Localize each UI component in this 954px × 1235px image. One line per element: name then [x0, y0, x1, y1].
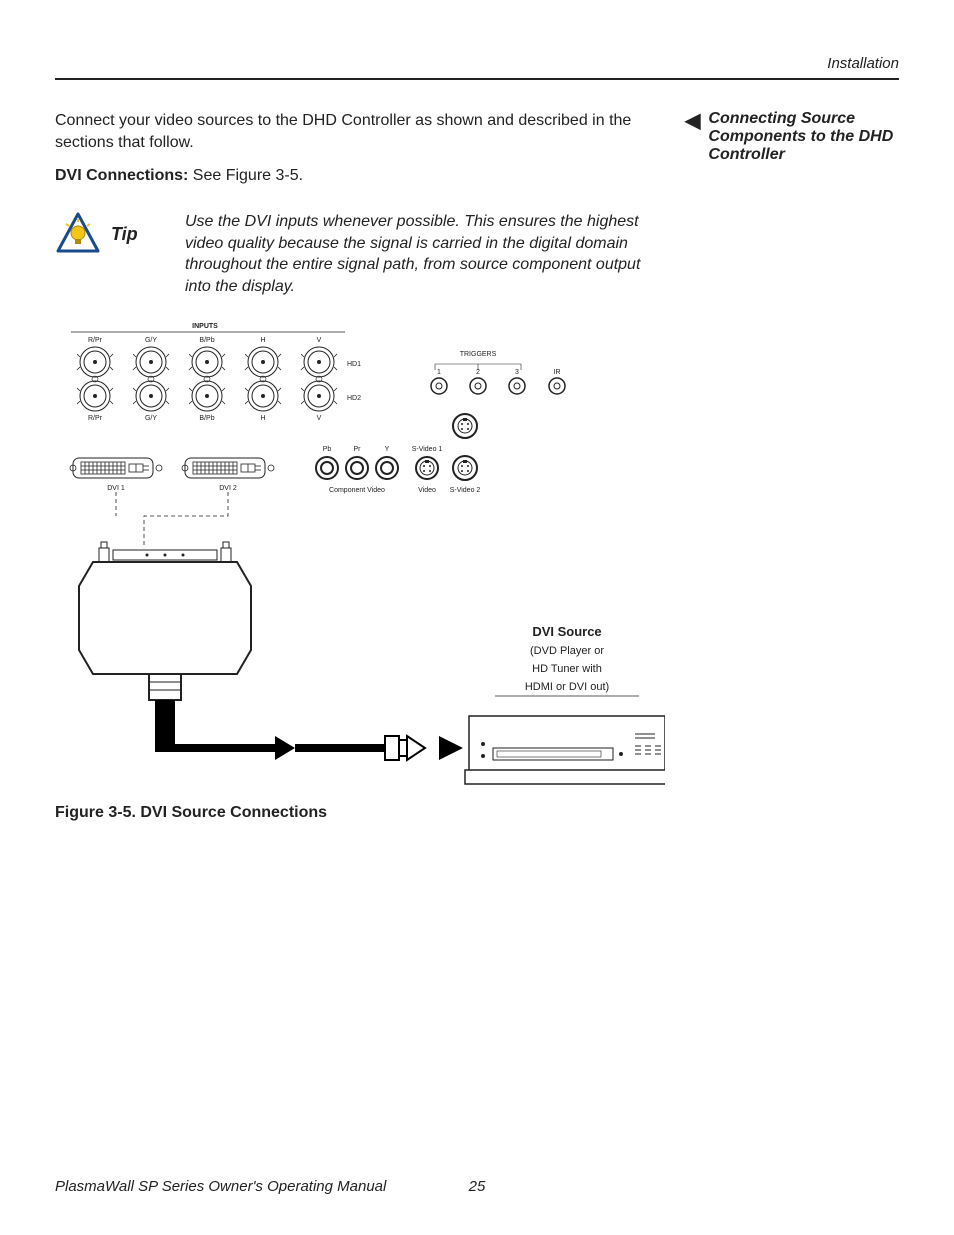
- svg-text:H: H: [260, 337, 265, 344]
- dvi-connections-label: DVI Connections:: [55, 167, 193, 184]
- svg-text:G/Y: G/Y: [145, 415, 157, 422]
- svg-text:1: 1: [437, 369, 441, 376]
- intro-paragraph: Connect your video sources to the DHD Co…: [55, 110, 665, 153]
- dvi-connections-line: DVI Connections: See Figure 3-5.: [55, 167, 665, 185]
- sidebar-heading: ◀ Connecting Source Components to the DH…: [685, 110, 899, 164]
- footer-title: PlasmaWall SP Series Owner's Operating M…: [55, 1178, 386, 1195]
- svg-text:IR: IR: [554, 369, 561, 376]
- tip-label: Tip: [111, 224, 138, 245]
- svg-text:2: 2: [476, 369, 480, 376]
- svg-text:Pr: Pr: [354, 446, 362, 453]
- svg-text:V: V: [317, 337, 322, 344]
- tip-text: Use the DVI inputs whenever possible. Th…: [185, 211, 665, 297]
- footer-page-number: 25: [469, 1178, 486, 1195]
- tip-icon: [55, 211, 101, 257]
- svg-text:V: V: [317, 415, 322, 422]
- header-rule: [55, 78, 899, 80]
- svg-text:Video: Video: [418, 487, 436, 494]
- svg-text:Component Video: Component Video: [329, 487, 385, 494]
- svg-text:HD Tuner with: HD Tuner with: [532, 663, 602, 675]
- svg-text:(DVD Player or: (DVD Player or: [530, 645, 604, 657]
- svg-text:H: H: [260, 415, 265, 422]
- svg-text:B/Pb: B/Pb: [199, 337, 214, 344]
- tip-icon-column: Tip: [55, 211, 185, 257]
- svg-text:DVI 1: DVI 1: [107, 485, 125, 492]
- page-footer: PlasmaWall SP Series Owner's Operating M…: [55, 1178, 899, 1195]
- svg-text:R/Pr: R/Pr: [88, 337, 103, 344]
- svg-text:3: 3: [515, 369, 519, 376]
- figure-caption: Figure 3-5. DVI Source Connections: [55, 804, 665, 822]
- svg-text:Pb: Pb: [323, 446, 332, 453]
- svg-text:Y: Y: [385, 446, 390, 453]
- svg-text:HDMI or DVI out): HDMI or DVI out): [525, 681, 609, 693]
- svg-text:S-Video 1: S-Video 1: [412, 446, 443, 453]
- sidebar-heading-text: Connecting Source Components to the DHD …: [708, 110, 899, 164]
- svg-text:TRIGGERS: TRIGGERS: [460, 351, 497, 358]
- svg-text:S-Video 2: S-Video 2: [450, 487, 481, 494]
- section-header: Installation: [55, 55, 899, 72]
- svg-text:DVI 2: DVI 2: [219, 485, 237, 492]
- figure-3-5: INPUTS R/Pr G/Y B/Pb H V: [55, 316, 665, 796]
- svg-text:B/Pb: B/Pb: [199, 415, 214, 422]
- svg-text:R/Pr: R/Pr: [88, 415, 103, 422]
- svg-text:INPUTS: INPUTS: [192, 323, 218, 330]
- main-content: Connect your video sources to the DHD Co…: [55, 110, 899, 822]
- svg-text:HD2: HD2: [347, 395, 361, 402]
- tip-block: Tip Use the DVI inputs whenever possible…: [55, 211, 665, 297]
- left-column: Connect your video sources to the DHD Co…: [55, 110, 685, 822]
- sidebar-arrow-icon: ◀: [685, 111, 700, 131]
- dvi-connections-ref: See Figure 3-5.: [193, 167, 303, 184]
- svg-text:G/Y: G/Y: [145, 337, 157, 344]
- svg-text:HD1: HD1: [347, 361, 361, 368]
- svg-text:DVI Source: DVI Source: [532, 624, 601, 639]
